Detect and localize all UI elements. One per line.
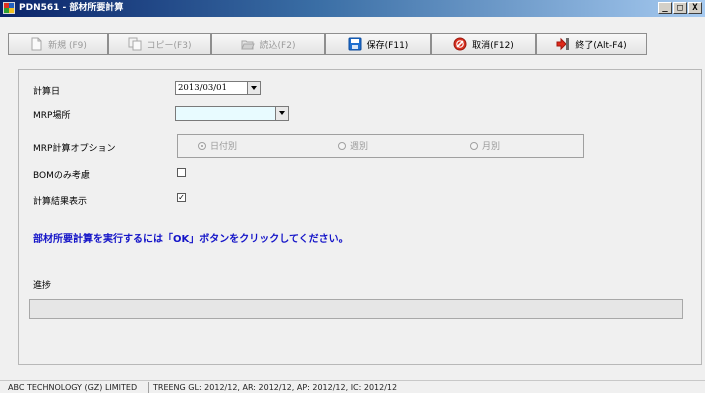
mrp-location-select[interactable] <box>175 106 289 121</box>
main-panel <box>18 69 702 365</box>
radio-by-month[interactable]: 月別 <box>470 139 500 152</box>
info-message: 部材所要計算を実行するには「OK」ボタンをクリックしてください。 <box>33 234 349 245</box>
window-title: PDN561 - 部材所要計算 <box>19 3 124 13</box>
close-button[interactable]: X <box>688 2 702 14</box>
bom-only-checkbox[interactable] <box>177 168 186 177</box>
save-button-label: 保存(F11) <box>366 40 409 51</box>
status-company: ABC TECHNOLOGY (GZ) LIMITED <box>8 383 138 392</box>
checkmark-icon: ✓ <box>178 193 185 202</box>
status-periods: TREENG GL: 2012/12, AR: 2012/12, AP: 201… <box>153 383 398 392</box>
mrp-location-label: MRP場所 <box>33 111 71 121</box>
cancel-icon <box>453 37 467 51</box>
chevron-down-icon[interactable] <box>247 82 260 94</box>
radio-by-date[interactable]: 日付別 <box>198 139 237 152</box>
copy-button-label: コピー(F3) <box>146 40 192 51</box>
exit-button-label: 終了(Alt-F4) <box>575 40 627 51</box>
radio-unselected-icon <box>338 141 346 150</box>
chevron-down-icon[interactable] <box>275 107 288 120</box>
load-button-label: 読込(F2) <box>259 40 296 51</box>
radio-by-week-label: 週別 <box>350 142 369 152</box>
bom-only-label: BOMのみ考慮 <box>33 171 90 181</box>
mrp-option-label: MRP計算オプション <box>33 144 116 154</box>
show-result-label: 計算結果表示 <box>33 197 88 207</box>
calc-date-value: 2013/03/01 <box>178 83 227 93</box>
cancel-button[interactable]: 取消(F12) <box>431 33 536 55</box>
status-bar: ABC TECHNOLOGY (GZ) LIMITED TREENG GL: 2… <box>0 380 705 393</box>
load-folder-icon <box>240 40 255 50</box>
radio-unselected-icon <box>470 141 478 150</box>
load-button[interactable]: 読込(F2) <box>211 33 325 55</box>
calc-date-picker[interactable]: 2013/03/01 <box>175 81 261 95</box>
mrp-option-group <box>177 134 584 158</box>
title-bar: PDN561 - 部材所要計算 _ □ X <box>0 0 705 17</box>
cancel-button-label: 取消(F12) <box>472 40 514 51</box>
exit-button[interactable]: 終了(Alt-F4) <box>536 33 647 55</box>
progress-bar <box>29 299 683 319</box>
copy-button[interactable]: コピー(F3) <box>108 33 211 55</box>
radio-by-date-label: 日付別 <box>210 142 238 152</box>
maximize-button[interactable]: □ <box>673 2 687 14</box>
radio-selected-icon <box>198 141 206 150</box>
copy-icon <box>128 37 142 51</box>
exit-door-icon <box>556 37 570 51</box>
minimize-button[interactable]: _ <box>658 2 672 14</box>
save-disk-icon <box>348 37 362 51</box>
radio-by-week[interactable]: 週別 <box>338 139 368 152</box>
calc-date-label: 計算日 <box>33 87 61 97</box>
new-button-label: 新規 (F9) <box>48 40 87 51</box>
app-icon <box>3 2 15 14</box>
show-result-checkbox[interactable]: ✓ <box>177 193 186 202</box>
new-button[interactable]: 新規 (F9) <box>8 33 108 55</box>
radio-by-month-label: 月別 <box>482 142 501 152</box>
status-divider <box>148 382 149 393</box>
progress-label: 進捗 <box>33 281 52 291</box>
toolbar: 新規 (F9) コピー(F3) 読込(F2) 保存(F11) 取消(F12) 終… <box>0 17 705 58</box>
new-document-icon <box>31 37 42 51</box>
save-button[interactable]: 保存(F11) <box>325 33 431 55</box>
